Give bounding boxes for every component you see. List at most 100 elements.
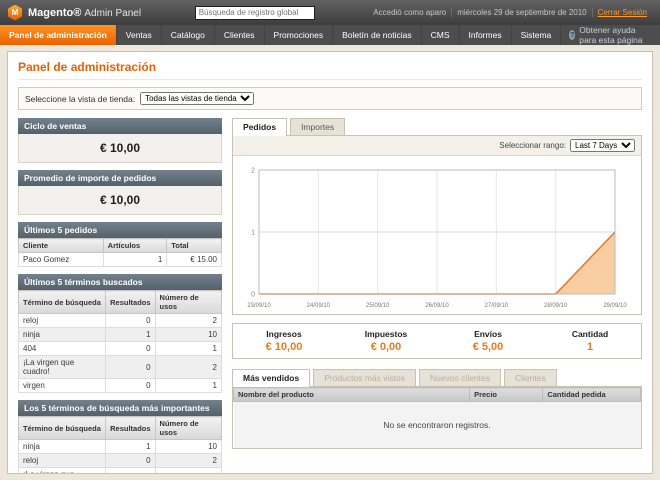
stat-impuestos: Impuestos € 0,00: [335, 329, 437, 353]
stat-value: € 5,00: [437, 341, 539, 353]
table-row[interactable]: virgen 0 1: [19, 379, 222, 393]
tab-mas-vendidos[interactable]: Más vendidos: [232, 369, 310, 387]
svg-text:1: 1: [251, 230, 255, 237]
svg-text:2: 2: [251, 168, 255, 175]
logout-link[interactable]: Cerrar Sesión: [592, 8, 652, 17]
store-switcher: Seleccione la vista de tienda: Todas las…: [18, 87, 642, 110]
stat-label: Impuestos: [335, 329, 437, 339]
column-header: Cantidad pedida: [543, 388, 641, 402]
panel-title: Promedio de importe de pedidos: [18, 170, 222, 186]
brand-title: Magento® Admin Panel: [28, 7, 141, 19]
range-label: Seleccionar rango:: [499, 141, 566, 150]
nav-item-system[interactable]: Sistema: [512, 25, 562, 45]
left-column: Ciclo de ventas € 10,00 Promedio de impo…: [18, 118, 222, 474]
last-orders-table: Cliente Artículos Total Paco Gomez 1 € 1…: [18, 238, 222, 267]
global-search-input[interactable]: [195, 6, 315, 20]
cell-results: 1: [106, 440, 155, 454]
table-row[interactable]: 404 0 1: [19, 342, 222, 356]
content-area: Panel de administración Seleccione la vi…: [7, 51, 653, 474]
cell-items: 1: [103, 253, 167, 267]
cell-term: ¡La virgen que cuadro!: [19, 356, 106, 379]
magento-logo-icon: M: [8, 5, 22, 21]
cell-uses: 2: [155, 356, 221, 379]
cell-uses: 1: [155, 379, 221, 393]
nav-item-promotions[interactable]: Promociones: [265, 25, 334, 45]
nav-item-customers[interactable]: Clientes: [215, 25, 265, 45]
column-header: Número de usos: [155, 417, 221, 440]
cell-customer: Paco Gomez: [19, 253, 104, 267]
help-label: Obtener ayuda para esta página: [579, 25, 652, 45]
cell-term: reloj: [19, 314, 106, 328]
chart-area: 01223/09/1024/09/1025/09/1026/09/1027/09…: [233, 156, 641, 314]
stat-value: 1: [539, 341, 641, 353]
lifetime-sales-panel: Ciclo de ventas € 10,00: [18, 118, 222, 163]
svg-text:27/09/10: 27/09/10: [485, 303, 509, 309]
nav-item-dashboard[interactable]: Panel de administración: [0, 25, 117, 45]
header-user-area: Accedió como aparo miércoles 29 de septi…: [368, 8, 652, 17]
column-header: Resultados: [106, 291, 155, 314]
cell-term: reloj: [19, 454, 106, 468]
store-view-select[interactable]: Todas las vistas de tienda: [140, 92, 254, 105]
table-row[interactable]: ¡La virgen que cuadro! 0 2: [19, 356, 222, 379]
stat-ingresos: Ingresos € 10,00: [233, 329, 335, 353]
svg-text:24/09/10: 24/09/10: [307, 303, 331, 309]
help-icon: ?: [569, 30, 575, 40]
table-row[interactable]: reloj 0 2: [19, 314, 222, 328]
cell-uses: 10: [155, 328, 221, 342]
svg-text:26/09/10: 26/09/10: [425, 303, 449, 309]
store-switcher-label: Seleccione la vista de tienda:: [25, 94, 135, 104]
table-row[interactable]: ninja 1 10: [19, 440, 222, 454]
help-link[interactable]: ? Obtener ayuda para esta página: [561, 25, 660, 45]
products-panel: Nombre del producto Precio Cantidad pedi…: [232, 386, 642, 449]
lifetime-sales-value: € 10,00: [18, 134, 222, 163]
tab-importes[interactable]: Importes: [290, 118, 345, 135]
column-header: Total: [167, 239, 222, 253]
cell-term: ¡La virgen que cuadro!: [19, 468, 106, 475]
current-date: miércoles 29 de septiembre de 2010: [451, 8, 591, 17]
column-header: Resultados: [106, 417, 155, 440]
stat-label: Ingresos: [233, 329, 335, 339]
dashboard: Ciclo de ventas € 10,00 Promedio de impo…: [18, 118, 642, 474]
average-orders-value: € 10,00: [18, 186, 222, 215]
last-search-table: Término de búsqueda Resultados Número de…: [18, 290, 222, 393]
top-search-table: Término de búsqueda Resultados Número de…: [18, 416, 222, 474]
table-row[interactable]: ninja 1 10: [19, 328, 222, 342]
tab-productos-mas-vistos[interactable]: Productos más vistos: [313, 369, 416, 386]
range-select[interactable]: Last 7 Days: [570, 139, 635, 152]
cell-uses: 2: [155, 468, 221, 475]
column-header: Nombre del producto: [234, 388, 470, 402]
stat-label: Cantidad: [539, 329, 641, 339]
tab-pedidos[interactable]: Pedidos: [232, 118, 287, 136]
table-row[interactable]: reloj 0 2: [19, 454, 222, 468]
nav-item-sales[interactable]: Ventas: [117, 25, 162, 45]
logged-in-as: Accedió como aparo: [368, 8, 451, 17]
last-orders-panel: Últimos 5 pedidos Cliente Artículos Tota…: [18, 222, 222, 267]
tab-nuevos-clientes[interactable]: Nuevos clientes: [419, 369, 501, 386]
tab-clientes[interactable]: Clientes: [504, 369, 557, 386]
page-title: Panel de administración: [18, 60, 642, 80]
panel-title: Los 5 términos de búsqueda más important…: [18, 400, 222, 416]
svg-text:28/09/10: 28/09/10: [544, 303, 568, 309]
stat-cantidad: Cantidad 1: [539, 329, 641, 353]
nav-item-catalog[interactable]: Catálogo: [162, 25, 215, 45]
cell-results: 0: [106, 342, 155, 356]
nav-item-reports[interactable]: Informes: [460, 25, 512, 45]
panel-title: Últimos 5 términos buscados: [18, 274, 222, 290]
products-tabs: Más vendidos Productos más vistos Nuevos…: [232, 369, 642, 386]
brand-suffix: Admin Panel: [84, 8, 141, 19]
cell-uses: 2: [155, 314, 221, 328]
svg-text:23/09/10: 23/09/10: [247, 303, 271, 309]
cell-results: 0: [106, 379, 155, 393]
table-row[interactable]: Paco Gomez 1 € 15.00: [19, 253, 222, 267]
chart-panel: Seleccionar rango: Last 7 Days 01223/09/…: [232, 135, 642, 315]
nav-item-newsletter[interactable]: Boletín de noticias: [333, 25, 421, 45]
cell-term: ninja: [19, 328, 106, 342]
empty-message: No se encontraron registros.: [234, 402, 641, 448]
nav-item-cms[interactable]: CMS: [422, 25, 460, 45]
average-orders-panel: Promedio de importe de pedidos € 10,00: [18, 170, 222, 215]
cell-results: 0: [106, 356, 155, 379]
stat-label: Envíos: [437, 329, 539, 339]
table-row[interactable]: ¡La virgen que cuadro! 0 2: [19, 468, 222, 475]
stat-value: € 0,00: [335, 341, 437, 353]
cell-total: € 15.00: [167, 253, 222, 267]
